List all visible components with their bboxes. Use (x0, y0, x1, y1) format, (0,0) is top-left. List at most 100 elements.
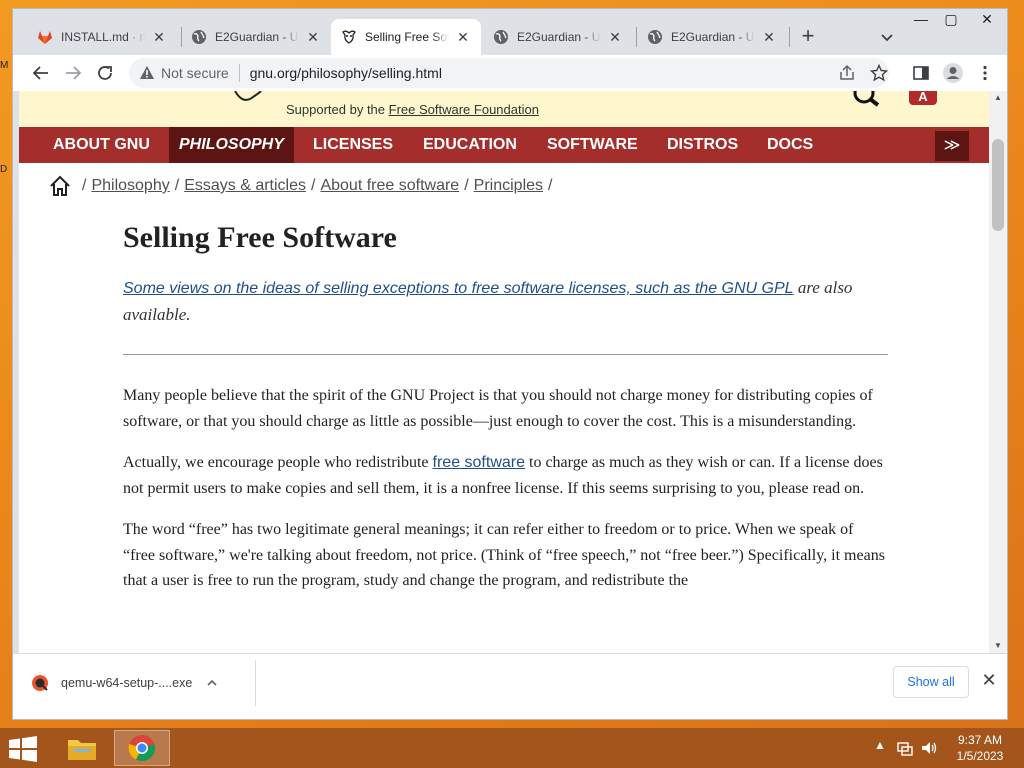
folder-icon (68, 740, 96, 760)
menu-button[interactable] (973, 61, 997, 85)
paragraph-3: The word “free” has two legitimate gener… (123, 521, 885, 589)
address-bar[interactable]: Not secure gnu.org/philosophy/selling.ht… (129, 58, 889, 88)
side-panel-button[interactable] (909, 61, 933, 85)
windows-start-icon[interactable] (8, 736, 38, 762)
download-item[interactable]: qemu-w64-setup-....exe (31, 668, 255, 698)
tab-e2guardian-3[interactable]: E2Guardian - Ur ✕ (637, 19, 787, 55)
nav-software[interactable]: SOFTWARE (537, 127, 648, 163)
nav-distros[interactable]: DISTROS (657, 127, 748, 163)
free-software-link[interactable]: free software (433, 454, 525, 471)
breadcrumb-separator: / (174, 177, 180, 194)
maximize-button[interactable]: ▢ (939, 11, 963, 37)
taskbar: ▲ 9:37 AM 1/5/2023 (0, 728, 1024, 768)
close-download-bar-button[interactable]: ✕ (979, 670, 999, 690)
site-header: Supported by the Free Software Foundatio… (19, 91, 989, 127)
side-panel-icon (913, 66, 929, 80)
breadcrumb-about-free-software[interactable]: About free software (320, 177, 459, 195)
security-status-label[interactable]: Not secure (161, 65, 229, 81)
nav-philosophy[interactable]: PHILOSOPHY (169, 127, 294, 163)
download-bar: qemu-w64-setup-....exe Show all ✕ (13, 653, 1007, 719)
nav-docs[interactable]: DOCS (757, 127, 823, 163)
scroll-thumb[interactable] (992, 139, 1004, 231)
scroll-up-arrow-icon[interactable]: ▲ (989, 91, 1007, 105)
qemu-file-icon (32, 675, 48, 691)
intro-note: Some views on the ideas of selling excep… (123, 278, 853, 324)
gnu-logo-icon[interactable] (233, 91, 263, 105)
tab-e2guardian-2[interactable]: E2Guardian - Un ✕ (483, 19, 633, 55)
chevron-up-icon[interactable] (206, 677, 218, 689)
desktop-icon-fragment[interactable]: D (0, 164, 10, 175)
breadcrumb-principles[interactable]: Principles (474, 177, 543, 195)
desktop-icon-fragment[interactable]: M (0, 60, 10, 71)
tab-title: E2Guardian - Ur (671, 30, 755, 44)
warning-triangle-icon[interactable] (139, 65, 155, 81)
close-tab-icon[interactable]: ✕ (761, 29, 777, 45)
breadcrumb-philosophy[interactable]: Philosophy (91, 177, 169, 195)
volume-icon[interactable] (920, 738, 938, 758)
breadcrumb-essays[interactable]: Essays & articles (184, 177, 306, 195)
breadcrumb: / Philosophy / Essays & articles / About… (49, 175, 557, 197)
download-divider (255, 660, 256, 706)
nav-education[interactable]: EDUCATION (413, 127, 527, 163)
browser-window: INSTALL.md · ma ✕ E2Guardian - Un ✕ Sell… (12, 8, 1008, 720)
back-arrow-icon (32, 66, 48, 80)
reload-icon (98, 66, 112, 80)
bookmark-button[interactable] (867, 61, 891, 85)
system-clock[interactable]: 9:37 AM 1/5/2023 (944, 732, 1016, 764)
tray-expand-icon[interactable]: ▲ (874, 738, 886, 758)
page-title: Selling Free Software (123, 221, 397, 254)
fsf-link[interactable]: Free Software Foundation (389, 102, 539, 117)
close-window-button[interactable]: ✕ (969, 11, 1005, 37)
new-tab-button[interactable]: + (796, 25, 820, 49)
language-badge[interactable]: A (909, 91, 937, 105)
tab-search-chevron-icon[interactable] (877, 27, 897, 47)
clock-time: 9:37 AM (957, 733, 1003, 747)
selling-exceptions-link[interactable]: Some views on the ideas of selling excep… (123, 280, 794, 297)
nav-licenses[interactable]: LICENSES (303, 127, 403, 163)
close-tab-icon[interactable]: ✕ (455, 29, 471, 45)
tab-install-md[interactable]: INSTALL.md · ma ✕ (27, 19, 177, 55)
close-tab-icon[interactable]: ✕ (151, 29, 167, 45)
breadcrumb-separator: / (548, 177, 553, 194)
globe-icon (192, 30, 206, 44)
tab-selling-free-software[interactable]: Selling Free Soft ✕ (331, 19, 481, 55)
divider (123, 354, 888, 355)
show-all-downloads-button[interactable]: Show all (893, 666, 969, 698)
network-icon[interactable] (896, 738, 914, 758)
home-icon[interactable] (49, 175, 71, 197)
close-tab-icon[interactable]: ✕ (607, 29, 623, 45)
clock-date: 1/5/2023 (956, 749, 1004, 763)
nav-more-button[interactable]: ≫ (935, 131, 969, 161)
tab-strip: INSTALL.md · ma ✕ E2Guardian - Un ✕ Sell… (13, 9, 1007, 55)
globe-icon (494, 30, 508, 44)
close-tab-icon[interactable]: ✕ (305, 29, 321, 45)
main-nav: ABOUT GNU PHILOSOPHY LICENSES EDUCATION … (19, 127, 989, 163)
browser-toolbar: Not secure gnu.org/philosophy/selling.ht… (13, 55, 1007, 91)
page-scrollbar[interactable]: ▲ ▼ (989, 91, 1007, 653)
tab-title: INSTALL.md · ma (61, 30, 145, 44)
breadcrumb-separator: / (82, 177, 87, 194)
article: Selling Free Software Some views on the … (123, 221, 888, 610)
breadcrumb-separator: / (464, 177, 469, 194)
gnu-icon (342, 30, 356, 44)
taskbar-file-explorer[interactable] (54, 730, 110, 766)
search-icon[interactable] (852, 91, 882, 107)
reload-button[interactable] (93, 61, 117, 85)
back-button[interactable] (29, 61, 53, 85)
omnibox-divider (238, 64, 240, 82)
taskbar-chrome[interactable] (114, 730, 170, 766)
tab-divider (789, 27, 790, 47)
url-text[interactable]: gnu.org/philosophy/selling.html (250, 65, 442, 81)
nav-about-gnu[interactable]: ABOUT GNU (43, 127, 160, 163)
share-button[interactable] (835, 61, 859, 85)
tab-e2guardian-1[interactable]: E2Guardian - Un ✕ (181, 19, 331, 55)
scroll-down-arrow-icon[interactable]: ▼ (989, 639, 1007, 653)
paragraph-1: Many people believe that the spirit of t… (123, 387, 873, 430)
forward-button[interactable] (61, 61, 85, 85)
minimize-button[interactable]: — (909, 11, 933, 37)
tab-title: Selling Free Soft (365, 30, 449, 44)
supported-by-text: Supported by the Free Software Foundatio… (286, 102, 539, 117)
tab-title: E2Guardian - Un (517, 30, 601, 44)
avatar-icon (943, 63, 963, 83)
profile-button[interactable] (941, 61, 965, 85)
